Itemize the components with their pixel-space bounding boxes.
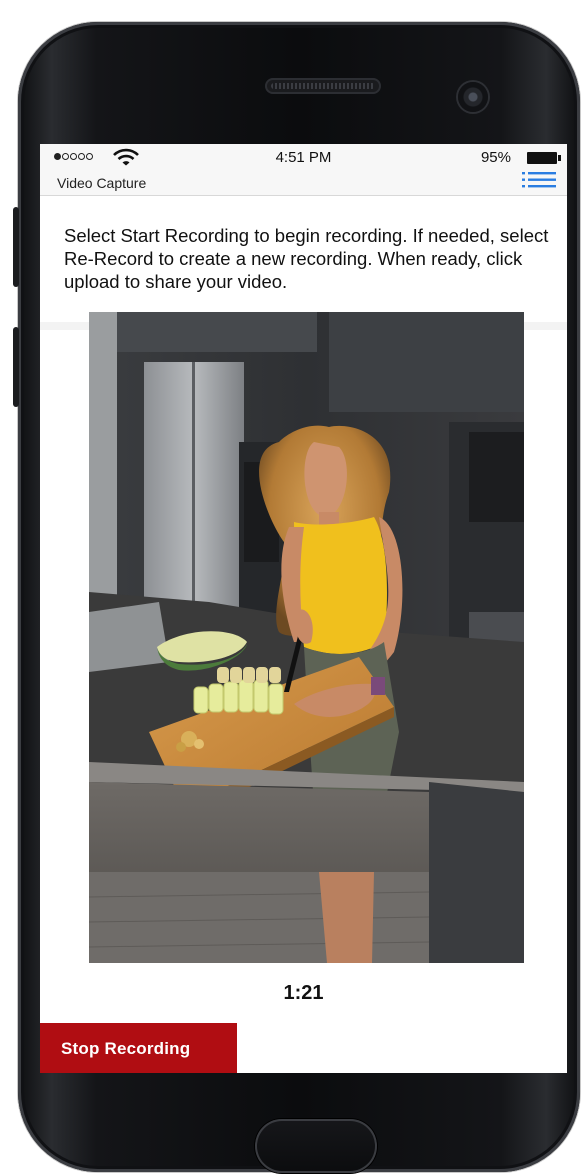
video-frame-image xyxy=(89,312,524,963)
stop-recording-button[interactable]: Stop Recording xyxy=(40,1023,237,1073)
navigation-bar: Video Capture xyxy=(40,172,567,196)
recording-timer: 1:21 xyxy=(283,982,324,1004)
battery-percentage: 95% xyxy=(480,149,511,166)
instructions-text: Select Start Recording to begin recordin… xyxy=(64,225,549,292)
status-bar: 4:51 PM 95% xyxy=(40,144,567,172)
app-screen: 4:51 PM 95% Video Capture Select Start R… xyxy=(40,144,567,1073)
video-preview[interactable] xyxy=(89,312,524,963)
page-title: Video Capture xyxy=(57,175,147,191)
front-camera xyxy=(458,82,488,112)
hamburger-menu-icon[interactable] xyxy=(521,169,557,191)
speaker-grille xyxy=(271,83,375,89)
volume-button xyxy=(13,207,19,287)
earpiece-speaker xyxy=(265,78,381,94)
battery-icon xyxy=(527,152,561,164)
bixby-button xyxy=(13,327,19,407)
home-button[interactable] xyxy=(255,1119,377,1173)
